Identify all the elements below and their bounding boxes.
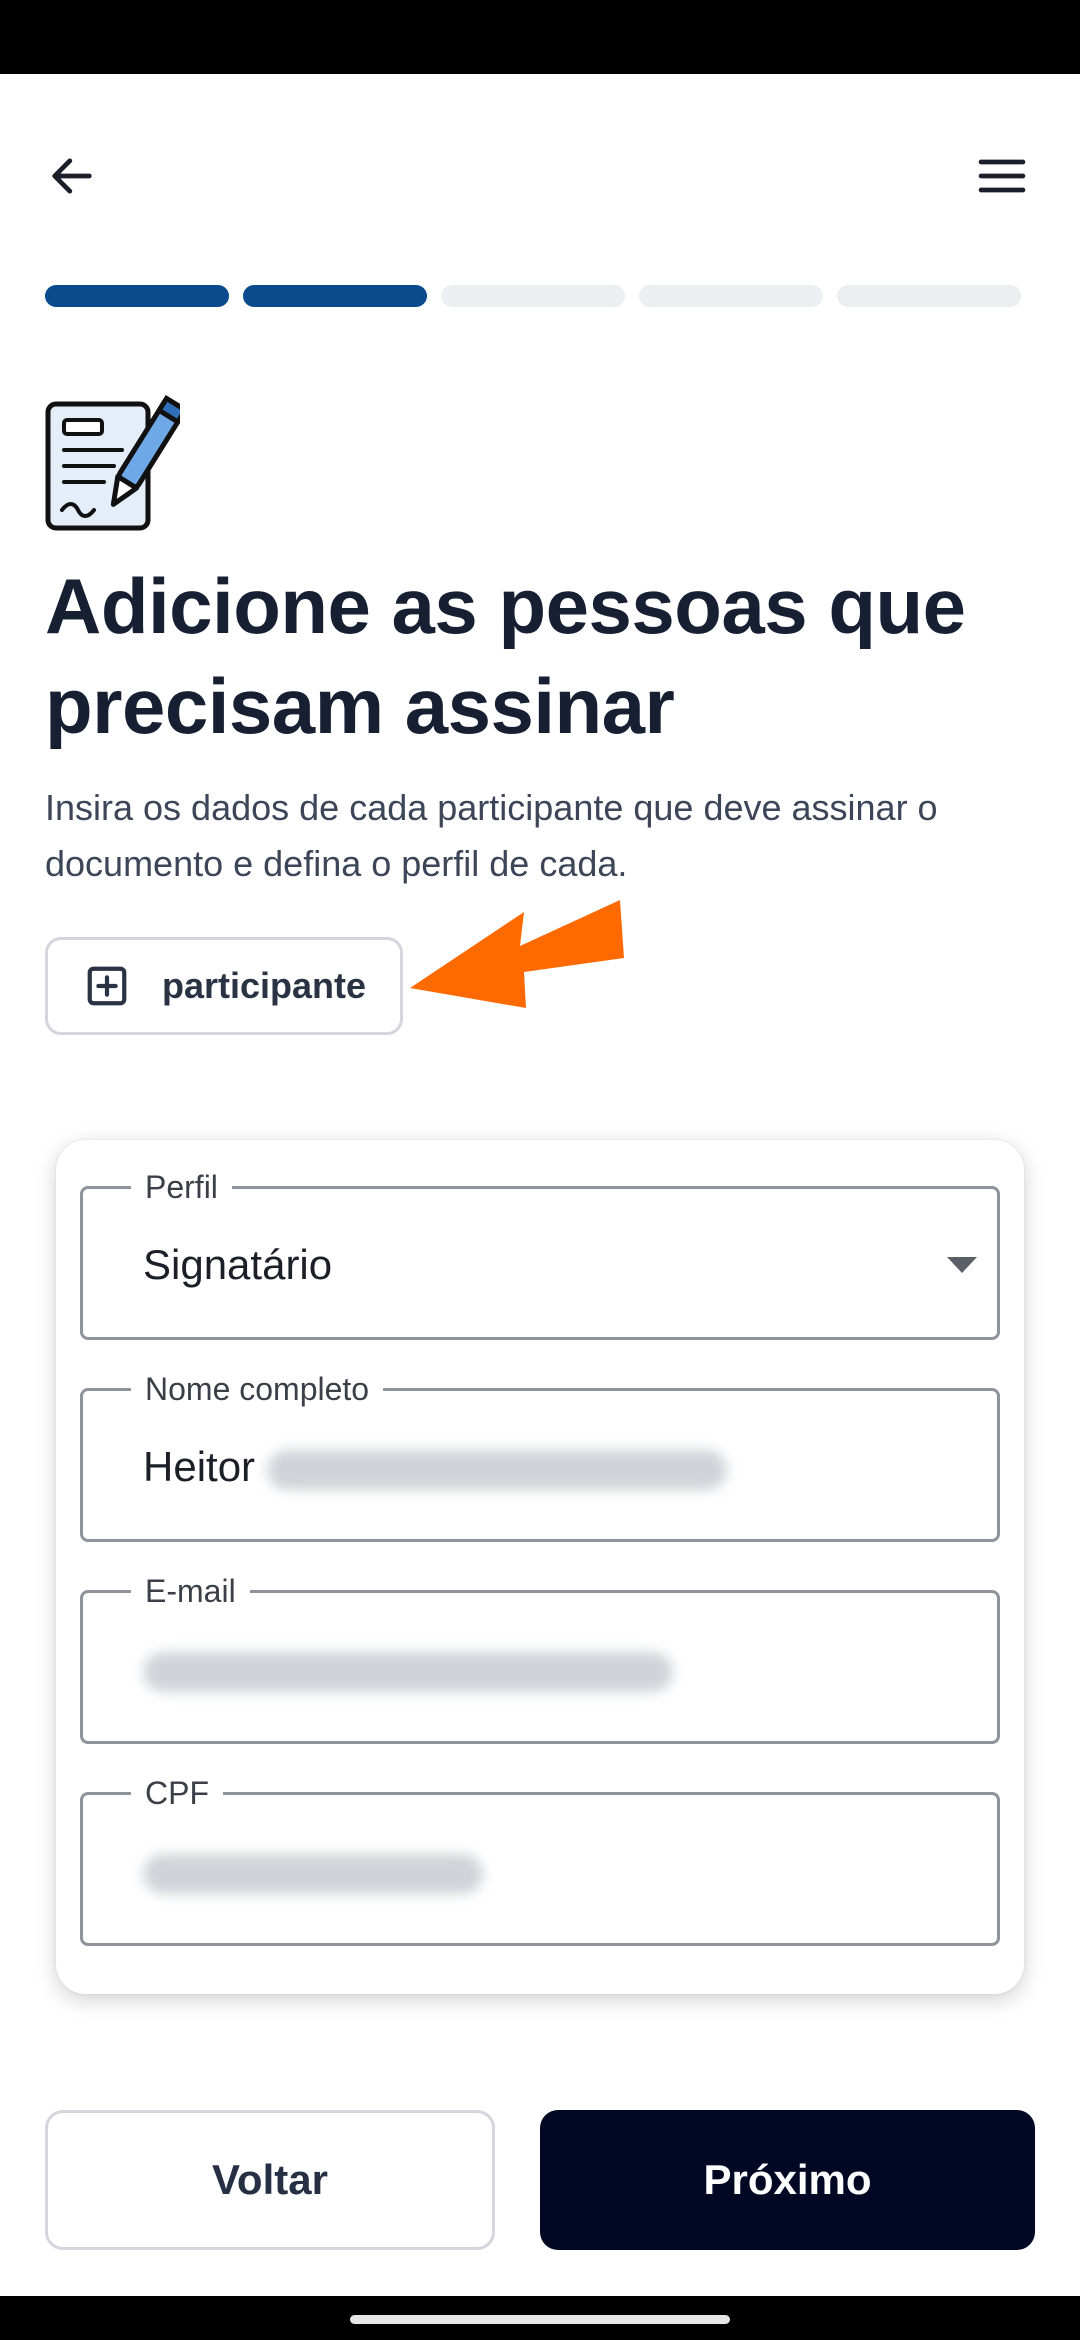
- progress-step-4: [639, 285, 823, 307]
- document-signature-icon: [45, 395, 180, 531]
- page-subtitle: Insira os dados de cada participante que…: [45, 787, 938, 884]
- redacted-text: [143, 1853, 483, 1894]
- annotation-arrow-icon: [410, 900, 624, 1008]
- back-button[interactable]: [36, 140, 108, 212]
- back-nav-button[interactable]: Voltar: [45, 2110, 495, 2250]
- progress-step-5: [837, 285, 1021, 307]
- profile-select[interactable]: Perfil Signatário: [80, 1161, 1000, 1340]
- progress-step-2: [243, 285, 427, 307]
- full-name-value: Heitor: [143, 1435, 727, 1499]
- cpf-label: CPF: [131, 1767, 223, 1819]
- email-value: [143, 1637, 673, 1701]
- dropdown-caret-icon: [947, 1257, 977, 1273]
- page-title: Adicione as pessoas que precisam assinar: [45, 562, 966, 750]
- plus-square-icon: [87, 966, 127, 1006]
- home-indicator[interactable]: [350, 2315, 730, 2324]
- system-nav-bar: [0, 2296, 1080, 2340]
- progress-step-1: [45, 285, 229, 307]
- progress-step-3: [441, 285, 625, 307]
- redacted-text: [143, 1651, 673, 1692]
- menu-button[interactable]: [966, 140, 1038, 212]
- profile-label: Perfil: [131, 1161, 232, 1213]
- full-name-label: Nome completo: [131, 1363, 384, 1415]
- arrow-left-icon: [52, 158, 92, 194]
- participant-card: Perfil Signatário Nome completo Heitor E…: [56, 1140, 1024, 1994]
- email-label: E-mail: [131, 1565, 250, 1617]
- next-button[interactable]: Próximo: [540, 2110, 1035, 2250]
- redacted-text: [266, 1449, 727, 1490]
- add-participant-button[interactable]: participante: [45, 937, 403, 1035]
- full-name-field[interactable]: Nome completo Heitor: [80, 1363, 1000, 1542]
- cpf-value: [143, 1839, 483, 1903]
- add-participant-label: participante: [162, 965, 367, 1006]
- status-bar: [0, 0, 1080, 74]
- profile-value: Signatário: [143, 1241, 333, 1288]
- hamburger-menu-icon: [978, 159, 1026, 193]
- cpf-field[interactable]: CPF: [80, 1767, 1000, 1946]
- step-progress: [45, 285, 1021, 307]
- full-name-first: Heitor: [143, 1443, 256, 1490]
- email-field[interactable]: E-mail: [80, 1565, 1000, 1744]
